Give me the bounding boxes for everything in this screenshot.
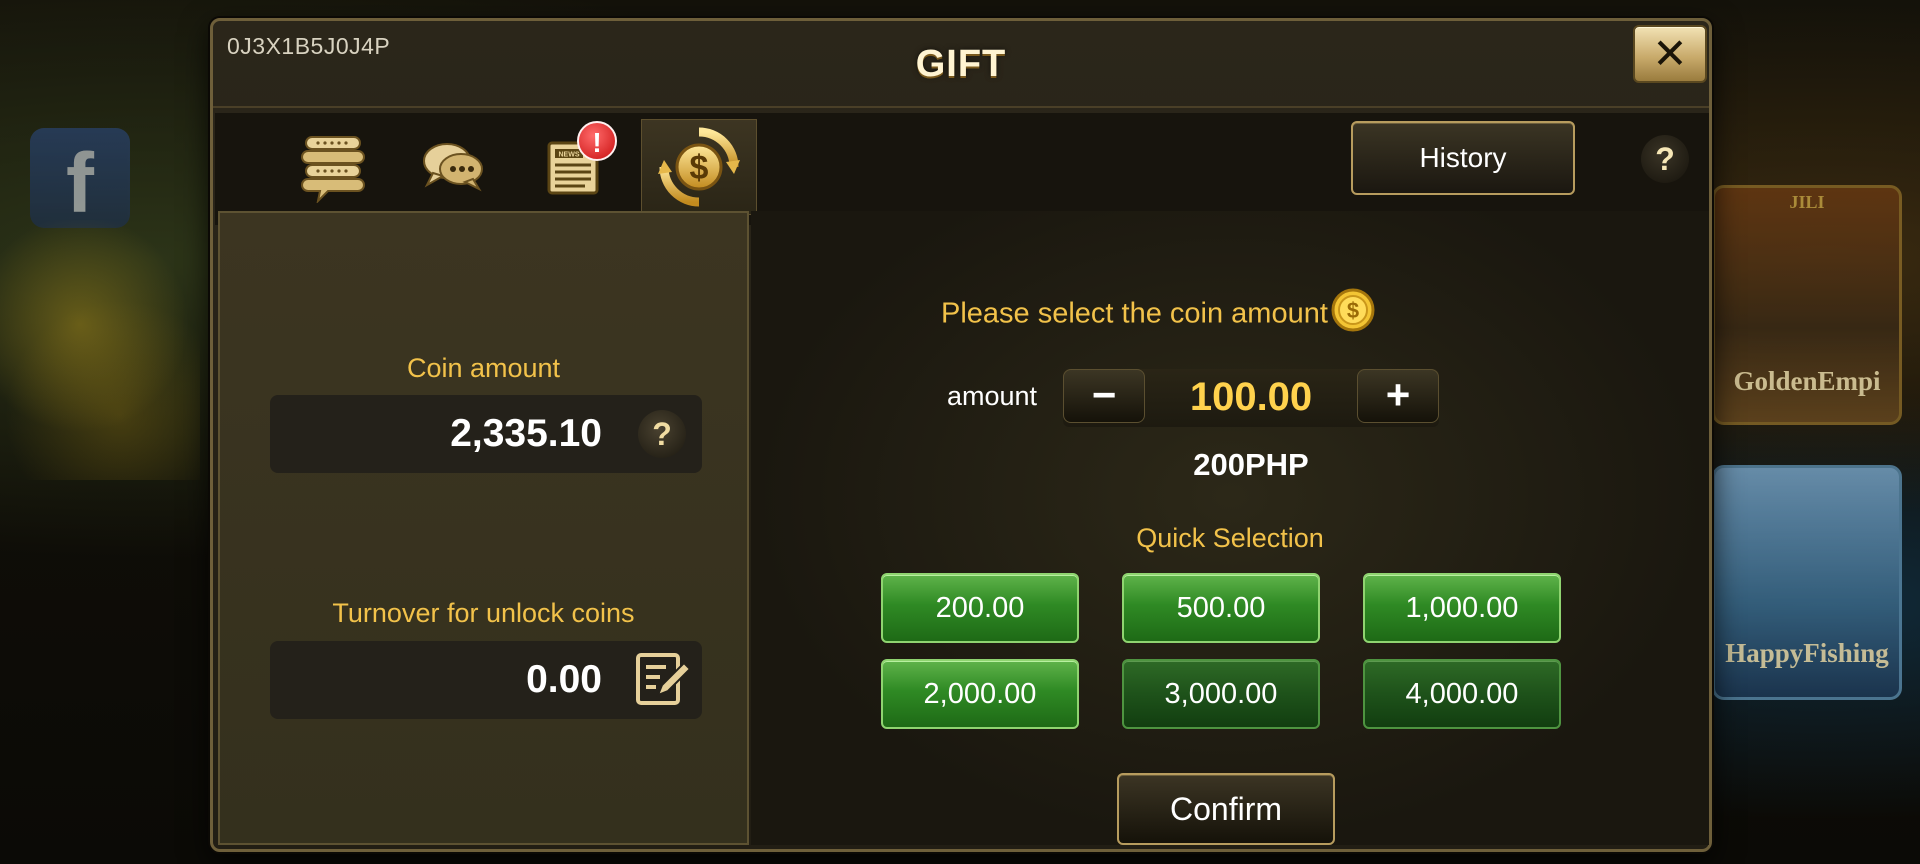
amount-label: amount	[947, 381, 1038, 411]
quick-option-4000[interactable]: 4,000.00	[1363, 659, 1561, 729]
tab-chat[interactable]	[395, 119, 511, 215]
coin-icon: $	[1331, 288, 1375, 332]
quick-option-3000[interactable]: 3,000.00	[1122, 659, 1320, 729]
edit-icon	[636, 653, 692, 705]
quick-option-2000[interactable]: 2,000.00	[881, 659, 1079, 729]
amount-stepper: − 100.00 +	[1063, 369, 1439, 427]
quick-selection-label: Quick Selection	[1136, 523, 1324, 553]
tab-news[interactable]: NEWS !	[515, 119, 631, 215]
chat-bubbles-icon	[423, 143, 483, 192]
dialog-title: GIFT	[915, 43, 1007, 85]
background-decoration	[0, 220, 200, 480]
prompt-text: Please select the coin amount	[941, 297, 1328, 330]
coin-help-button[interactable]: ?	[638, 410, 686, 458]
select-prompt: Please select the coin amount $	[941, 288, 1376, 333]
decrease-button[interactable]: −	[1063, 369, 1145, 423]
quick-option-1000[interactable]: 1,000.00	[1363, 573, 1561, 643]
turnover-label: Turnover for unlock coins	[332, 598, 635, 628]
turnover-box: 0.00	[270, 641, 702, 719]
tab-scroll[interactable]	[275, 119, 391, 215]
confirm-button[interactable]: Confirm	[1117, 773, 1335, 845]
history-button[interactable]: History	[1351, 121, 1575, 195]
game-tile-happy-fishing[interactable]: HappyFishing	[1712, 465, 1902, 700]
game-title: GoldenEmpi	[1733, 366, 1881, 396]
quick-option-500[interactable]: 500.00	[1122, 573, 1320, 643]
divider	[213, 106, 1709, 108]
app-screen: f JILI GoldenEmpi HappyFishing 0J3X1B5J0…	[0, 0, 1920, 864]
increase-button[interactable]: +	[1357, 369, 1439, 423]
scroll-icon	[301, 136, 365, 203]
game-provider-label: JILI	[1789, 192, 1825, 212]
notification-badge: !	[577, 121, 617, 161]
coin-amount-label: Coin amount	[406, 353, 561, 383]
gift-dialog: 0J3X1B5J0J4P GIFT ✕ NEWS ! $ History ? C…	[210, 18, 1712, 852]
balance-panel: Coin amount 2,335.10 ? Turnover for unlo…	[218, 211, 749, 845]
amount-value: 100.00	[1189, 375, 1313, 419]
svg-text:$: $	[1347, 298, 1359, 323]
game-tile-golden-empire[interactable]: JILI GoldenEmpi	[1712, 185, 1902, 425]
edit-button[interactable]	[634, 651, 692, 712]
turnover-value: 0.00	[526, 658, 602, 701]
dollar-exchange-icon: $	[658, 127, 740, 207]
svg-text:$: $	[690, 149, 709, 187]
quick-option-200[interactable]: 200.00	[881, 573, 1079, 643]
gift-amount-panel: Please select the coin amount $ amount −…	[751, 211, 1709, 845]
coin-amount-value: 2,335.10	[450, 412, 602, 455]
game-title: HappyFishing	[1725, 638, 1889, 668]
close-icon: ✕	[1652, 30, 1688, 77]
php-equivalent: 200PHP	[1193, 447, 1309, 482]
tab-gift-exchange[interactable]: $	[641, 119, 757, 215]
close-button[interactable]: ✕	[1633, 25, 1707, 83]
facebook-icon[interactable]: f	[30, 128, 130, 230]
coin-amount-box: 2,335.10 ?	[270, 395, 702, 473]
help-button[interactable]: ?	[1641, 135, 1689, 183]
svg-text:NEWS: NEWS	[559, 152, 580, 159]
